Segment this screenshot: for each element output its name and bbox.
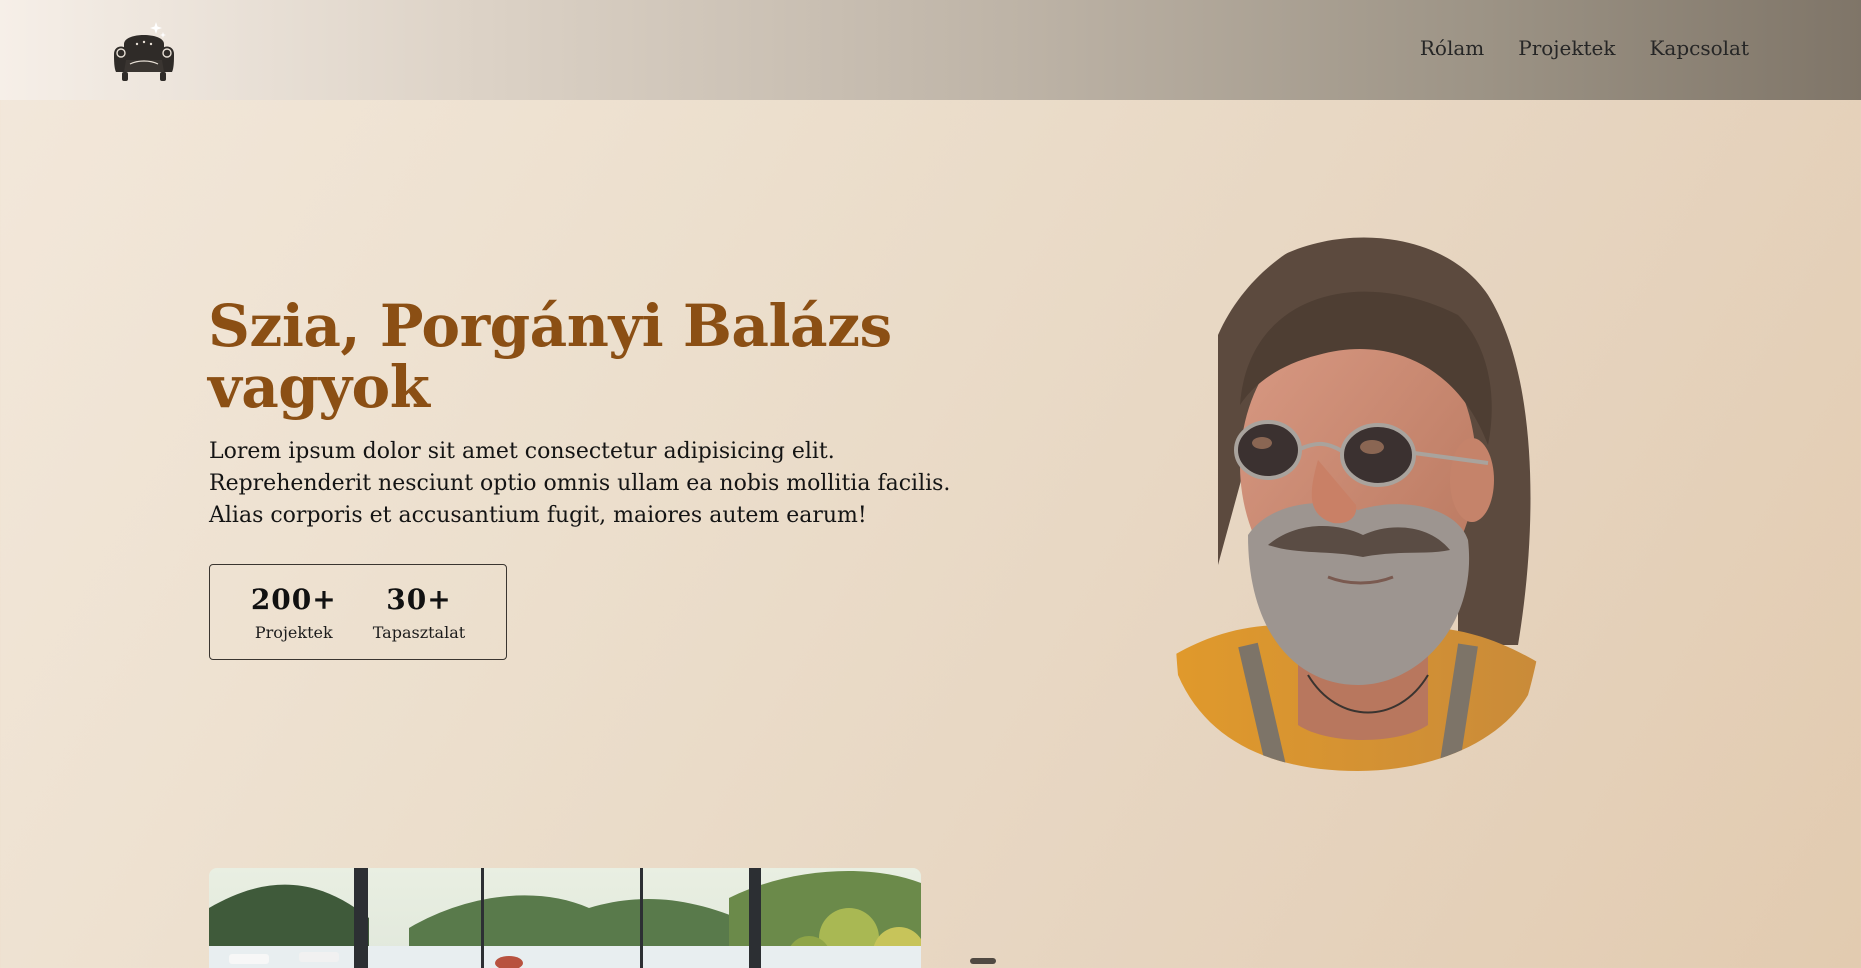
- decorative-mark: [970, 958, 996, 964]
- lake-landscape-photo: [209, 868, 921, 968]
- hero-description: Lorem ipsum dolor sit amet consectetur a…: [209, 439, 951, 528]
- nav-link-rolam[interactable]: Rólam: [1420, 36, 1484, 60]
- stat-experience-value: 30+: [386, 582, 452, 616]
- nav-link-kapcsolat[interactable]: Kapcsolat: [1649, 36, 1749, 60]
- stat-experience-label: Tapasztalat: [372, 622, 466, 642]
- hero-title: Szia, Porgányi Balázs vagyok: [208, 292, 892, 421]
- stat-experience: 30+ Tapasztalat: [373, 583, 465, 642]
- stat-projects-value: 200+: [250, 582, 337, 616]
- main-nav: Rólam Projektek Kapcsolat: [1420, 36, 1749, 60]
- nav-link-projektek[interactable]: Projektek: [1518, 36, 1615, 60]
- stat-projects-label: Projektek: [254, 622, 333, 642]
- armchair-logo-icon[interactable]: [110, 20, 178, 84]
- stats-box: 200+ Projektek 30+ Tapasztalat: [209, 564, 507, 660]
- stat-projects: 200+ Projektek: [251, 583, 337, 642]
- top-navigation-bar: Rólam Projektek Kapcsolat: [0, 0, 1861, 100]
- portrait-photo: [1158, 205, 1558, 775]
